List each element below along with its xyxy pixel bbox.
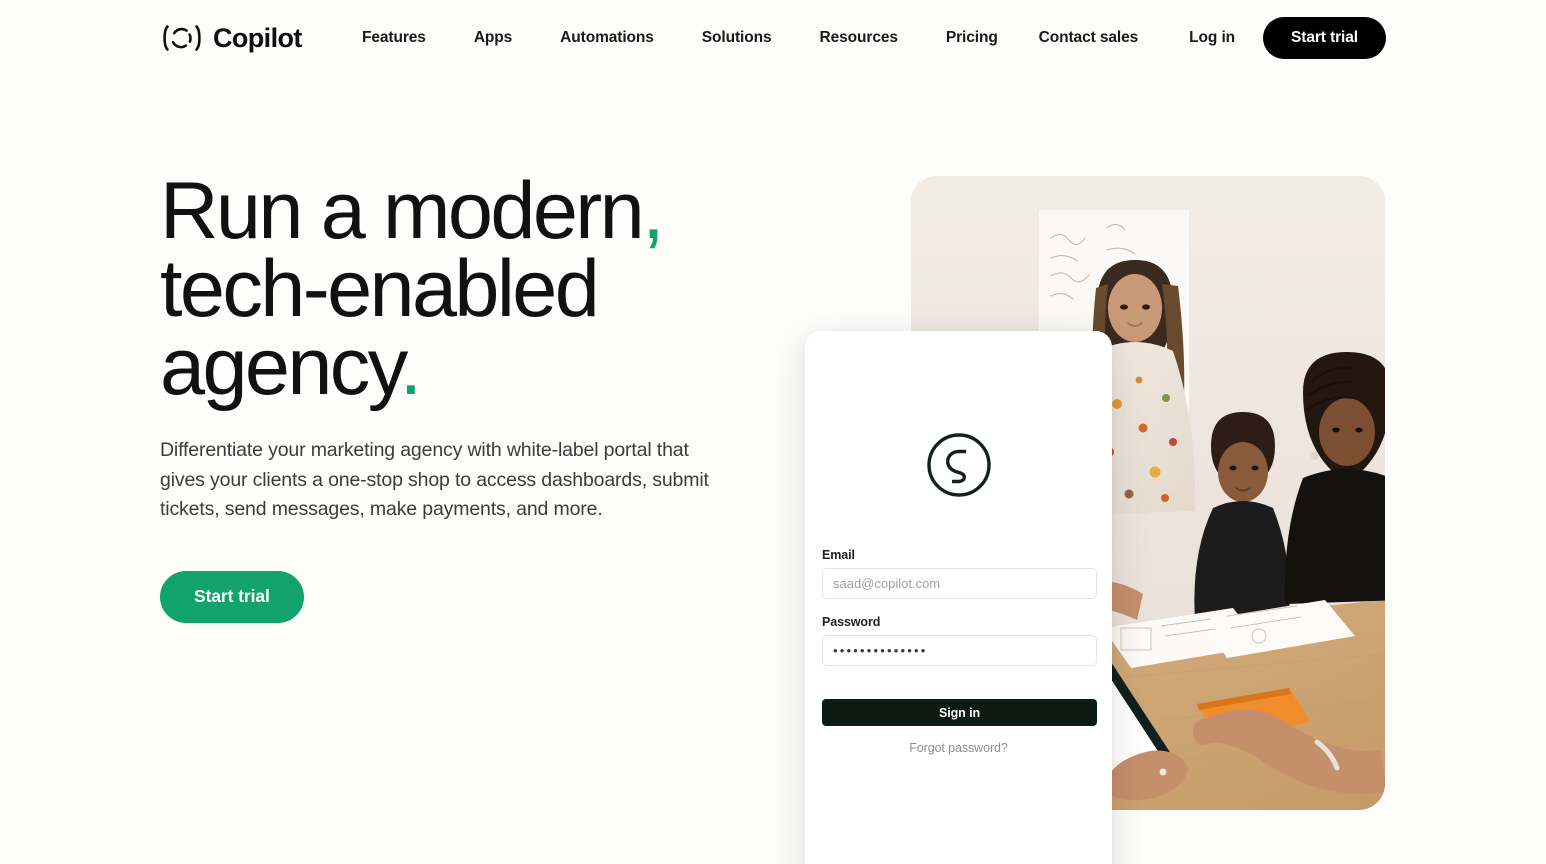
hero-subtitle: Differentiate your marketing agency with… (160, 439, 709, 520)
hero-title-accent-comma: , (642, 166, 664, 256)
contact-sales-link[interactable]: Contact sales (1039, 23, 1139, 53)
password-input[interactable]: •••••••••••••• (822, 635, 1097, 666)
page-title: Run a modern, tech-enabled agency. (160, 171, 760, 408)
hero-title-line-1: Run a modern (160, 166, 645, 256)
sign-in-button[interactable]: Sign in (822, 699, 1097, 726)
header-actions: Contact sales Log in Start trial (1039, 17, 1386, 59)
site-header: Copilot Features Apps Automations Soluti… (0, 0, 1546, 76)
brand-logo-link[interactable]: Copilot (160, 22, 302, 54)
password-label: Password (822, 615, 881, 629)
hero-section: Run a modern, tech-enabled agency. Diffe… (160, 171, 760, 623)
start-trial-button-hero[interactable]: Start trial (160, 570, 304, 623)
email-input[interactable] (822, 568, 1097, 599)
copilot-logo-icon (160, 22, 204, 54)
brand-name: Copilot (213, 22, 302, 53)
landing-page: Copilot Features Apps Automations Soluti… (0, 0, 1546, 864)
main-navigation: Features Apps Automations Solutions Reso… (362, 23, 998, 53)
nav-item-solutions[interactable]: Solutions (702, 23, 772, 53)
login-card: Email Password •••••••••••••• Sign in Fo… (805, 331, 1112, 864)
nav-item-pricing[interactable]: Pricing (946, 23, 998, 53)
nav-item-apps[interactable]: Apps (474, 23, 512, 53)
copilot-circle-logo-icon (822, 430, 1095, 500)
forgot-password-link[interactable]: Forgot password? (822, 741, 1095, 755)
email-label: Email (822, 548, 855, 562)
login-link[interactable]: Log in (1189, 23, 1235, 53)
nav-item-automations[interactable]: Automations (560, 23, 654, 53)
email-field-group: Email (822, 548, 1097, 599)
hero-title-line-2: tech-enabled (160, 244, 600, 334)
nav-item-features[interactable]: Features (362, 23, 426, 53)
hero-title-accent-period: . (399, 322, 422, 412)
nav-item-resources[interactable]: Resources (820, 23, 898, 53)
hero-title-line-3: agency (160, 322, 402, 412)
password-field-group: Password •••••••••••••• (822, 615, 1097, 666)
start-trial-button-header[interactable]: Start trial (1263, 17, 1386, 59)
